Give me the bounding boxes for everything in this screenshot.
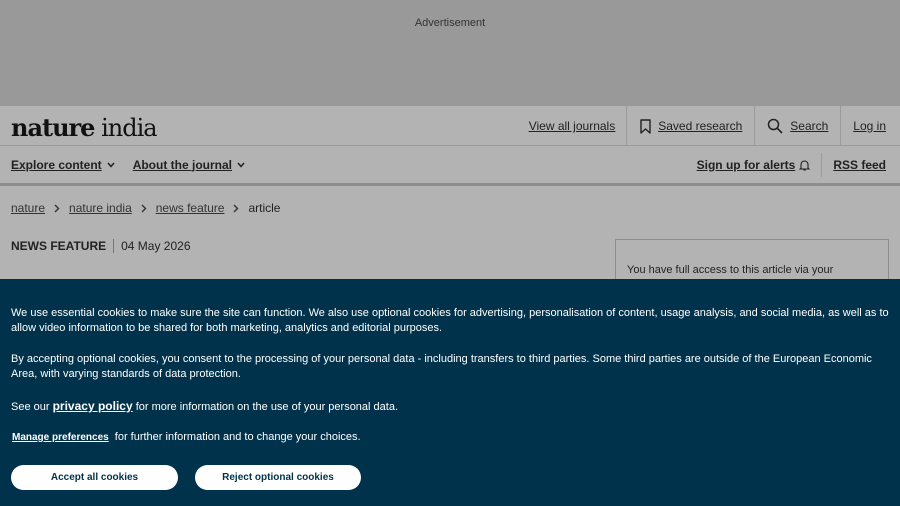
manage-preferences-link[interactable]: Manage preferences	[12, 432, 109, 443]
advertisement-label: Advertisement	[414, 17, 486, 29]
article-meta: NEWS FEATURE 04 May 2026	[11, 239, 191, 253]
chevron-down-icon	[237, 162, 245, 168]
accept-all-cookies-button[interactable]: Accept all cookies	[11, 465, 178, 490]
breadcrumb-nature-india[interactable]: nature india	[69, 201, 132, 215]
privacy-text-after: for more information on the use of your …	[132, 401, 399, 413]
site-header: nature india View all journals Saved res…	[0, 106, 900, 146]
access-text: You have full access to this article via…	[627, 264, 834, 276]
logo-text-bold: nature	[11, 113, 95, 142]
subnav-actions: Sign up for alerts RSS feed	[697, 146, 900, 183]
chevron-right-icon	[54, 204, 60, 213]
cookie-paragraph-preferences: Manage preferences for further informati…	[11, 430, 889, 445]
view-all-journals-label: View all journals	[528, 119, 616, 133]
rss-feed-link[interactable]: RSS feed	[821, 152, 900, 177]
cookie-paragraph-consent: By accepting optional cookies, you conse…	[11, 353, 872, 380]
sign-up-alerts-label: Sign up for alerts	[696, 157, 796, 172]
explore-content-menu[interactable]: Explore content	[11, 158, 115, 172]
breadcrumb-news-feature[interactable]: news feature	[156, 201, 225, 215]
rss-feed-label: RSS feed	[833, 157, 886, 172]
article-date: 04 May 2026	[121, 239, 191, 253]
saved-research-link[interactable]: Saved research	[626, 106, 754, 146]
subnav-menus: Explore content About the journal	[11, 146, 263, 183]
article-type: NEWS FEATURE	[11, 239, 115, 253]
login-link[interactable]: Log in	[840, 106, 900, 146]
advertisement-area: Advertisement	[0, 0, 900, 106]
sign-up-alerts-link[interactable]: Sign up for alerts	[697, 158, 822, 172]
search-button[interactable]: Search	[754, 106, 840, 146]
chevron-down-icon	[107, 162, 115, 168]
cookie-paragraph-essential: We use essential cookies to make sure th…	[11, 307, 889, 334]
nature-india-logo[interactable]: nature india	[11, 113, 158, 142]
logo-text-rest: india	[94, 114, 157, 142]
privacy-text-before: See our	[11, 401, 53, 413]
privacy-policy-link[interactable]: privacy policy	[53, 399, 133, 413]
bookmark-icon	[640, 118, 651, 134]
header-links: View all journals Saved research Search …	[518, 106, 900, 146]
search-icon	[768, 118, 783, 134]
chevron-right-icon	[233, 204, 239, 213]
saved-research-label: Saved research	[658, 119, 743, 133]
cookie-paragraph-privacy: See our privacy policy for more informat…	[11, 399, 889, 415]
chevron-right-icon	[141, 204, 147, 213]
login-label: Log in	[853, 119, 886, 133]
breadcrumb-article: article	[248, 201, 281, 215]
search-label: Search	[790, 119, 829, 133]
view-all-journals-link[interactable]: View all journals	[518, 106, 627, 146]
explore-content-label: Explore content	[11, 157, 102, 172]
preferences-text-after: for further information and to change yo…	[111, 431, 361, 443]
about-journal-menu[interactable]: About the journal	[133, 158, 245, 172]
sub-navigation: Explore content About the journal Sign u…	[0, 146, 900, 186]
breadcrumb: nature nature india news feature article	[11, 201, 280, 215]
about-journal-label: About the journal	[132, 157, 233, 172]
breadcrumb-nature[interactable]: nature	[11, 201, 45, 215]
bell-icon	[799, 159, 811, 171]
reject-optional-cookies-button[interactable]: Reject optional cookies	[195, 465, 361, 490]
cookie-banner: We use essential cookies to make sure th…	[0, 279, 900, 506]
